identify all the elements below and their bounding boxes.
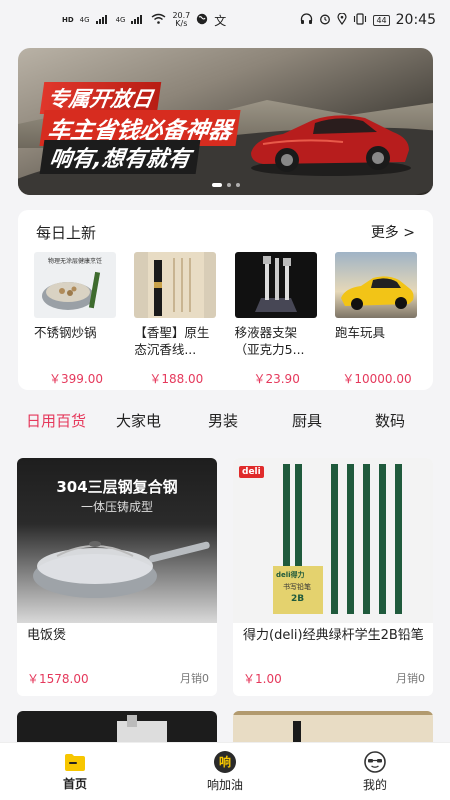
network-speed-unit: K/s (175, 19, 188, 28)
product-name: 得力(deli)经典绿杆学生2B铅笔 (243, 628, 424, 643)
incense-image (134, 252, 217, 318)
daily-item-sports-car[interactable]: 跑车玩具 ￥10000.00 (334, 252, 419, 387)
pencil-grade: 2B (291, 594, 305, 604)
product-price: ￥1578.00 (27, 672, 89, 686)
daily-item-wok[interactable]: 物理无涂层健康烹饪 不锈钢炒锅 ￥399.00 (34, 252, 118, 387)
yellow-sports-car-image (334, 252, 417, 318)
status-time: 20:45 (395, 12, 436, 28)
daily-item-pipette-stand[interactable]: 移液器支架（亚克力5... ￥23.90 (234, 252, 319, 387)
banner-dot-2[interactable] (226, 183, 231, 187)
translate-icon: 文 (214, 13, 227, 28)
nav-xiang-fuel[interactable]: 响 响加油 (150, 743, 300, 800)
vibrate-icon (353, 12, 367, 28)
signal-4g-label-1: 4G (79, 16, 90, 24)
pan-product-image: 304三层钢复合钢 一体压铸成型 (17, 458, 217, 623)
signal-bars-icon (95, 13, 110, 27)
status-left: HD 4G 4G 20.7 K/s 文 (62, 12, 226, 29)
promo-banner[interactable]: 专属开放日 车主省钱必备神器 响有,想有就有 (18, 48, 433, 195)
location-icon (337, 11, 348, 28)
battery-icon: 44 (373, 14, 390, 26)
daily-item-name: 不锈钢炒锅 (34, 325, 97, 340)
wok-image: 物理无涂层健康烹饪 (34, 252, 116, 318)
globe-icon (196, 13, 208, 28)
headphones-icon (300, 12, 313, 28)
nav-xiang-fuel-label: 响加油 (206, 777, 243, 792)
network-speed: 20.7 K/s (172, 12, 190, 28)
daily-item-name: 【香聖】原生态沉香线... (134, 325, 210, 357)
product-name: 电饭煲 (27, 628, 67, 643)
profile-face-icon (364, 750, 386, 773)
wifi-icon (151, 13, 166, 27)
daily-item-name: 移液器支架（亚克力5... (234, 325, 305, 357)
category-tabs: 日用百货 大家电 男装 厨具 数码 (0, 410, 450, 440)
banner-pagination[interactable] (18, 183, 433, 187)
daily-item-incense[interactable]: 【香聖】原生态沉香线... ￥188.00 (134, 252, 218, 387)
red-sports-car-image (251, 115, 411, 176)
daily-item-price: ￥10000.00 (342, 372, 412, 386)
pencil-box-sub: 书写铅笔 (283, 583, 311, 591)
bottom-navigation: 首页 响 响加油 我的 (0, 742, 450, 800)
hd-icon: HD (62, 16, 74, 24)
xiang-coin-char: 响 (218, 755, 231, 769)
banner-headline-3: 响有,想有就有 (39, 140, 201, 174)
daily-item-price: ￥188.00 (149, 372, 204, 386)
nav-home[interactable]: 首页 (0, 743, 150, 800)
daily-new-section: 每日上新 更多 > 物理无涂层健康烹饪 不锈钢炒锅 ￥399.00 【香聖】原生… (18, 210, 433, 390)
product-monthly-sales: 月销0 (396, 672, 425, 685)
pencil-product-image: deli deli得力 书写铅笔 2B (233, 458, 433, 623)
tab-kitchenware[interactable]: 厨具 (292, 410, 322, 431)
product-card-pencil[interactable]: deli deli得力 书写铅笔 2B 得力(deli)经典绿杆学生2B铅笔 ￥… (233, 458, 433, 696)
daily-item-name: 跑车玩具 (334, 325, 385, 340)
product-monthly-sales: 月销0 (180, 672, 209, 685)
banner-dot-3[interactable] (235, 183, 240, 187)
tab-appliances[interactable]: 大家电 (116, 410, 161, 431)
tab-daily-goods[interactable]: 日用百货 (26, 410, 86, 431)
nav-profile[interactable]: 我的 (300, 743, 450, 800)
daily-new-title: 每日上新 (36, 224, 97, 242)
tab-menswear[interactable]: 男装 (208, 410, 238, 431)
signal-4g-label-2: 4G (115, 16, 126, 24)
banner-dot-1[interactable] (211, 183, 222, 187)
home-folder-icon (65, 753, 85, 771)
daily-item-price: ￥399.00 (49, 372, 103, 386)
status-right: 44 20:45 (300, 11, 436, 28)
pipette-stand-image (234, 252, 317, 318)
alarm-icon (319, 13, 331, 28)
tab-digital[interactable]: 数码 (375, 410, 405, 431)
nav-home-label: 首页 (62, 776, 87, 791)
nav-profile-label: 我的 (362, 777, 387, 792)
status-bar: HD 4G 4G 20.7 K/s 文 44 20:45 (0, 0, 450, 40)
daily-item-price: ￥23.90 (253, 372, 300, 386)
product-card-rice-cooker[interactable]: 304三层钢复合钢 一体压铸成型 电饭煲 ￥1578.00 月销0 (17, 458, 217, 696)
xiang-coin-icon: 响 (214, 750, 236, 773)
daily-new-list: 物理无涂层健康烹饪 不锈钢炒锅 ￥399.00 【香聖】原生态沉香线... ￥1… (34, 252, 419, 387)
product-price: ￥1.00 (243, 672, 282, 686)
more-link[interactable]: 更多 > (371, 222, 415, 242)
pencil-box-label: deli得力 (276, 571, 305, 579)
signal-bars-icon-2 (131, 13, 145, 27)
